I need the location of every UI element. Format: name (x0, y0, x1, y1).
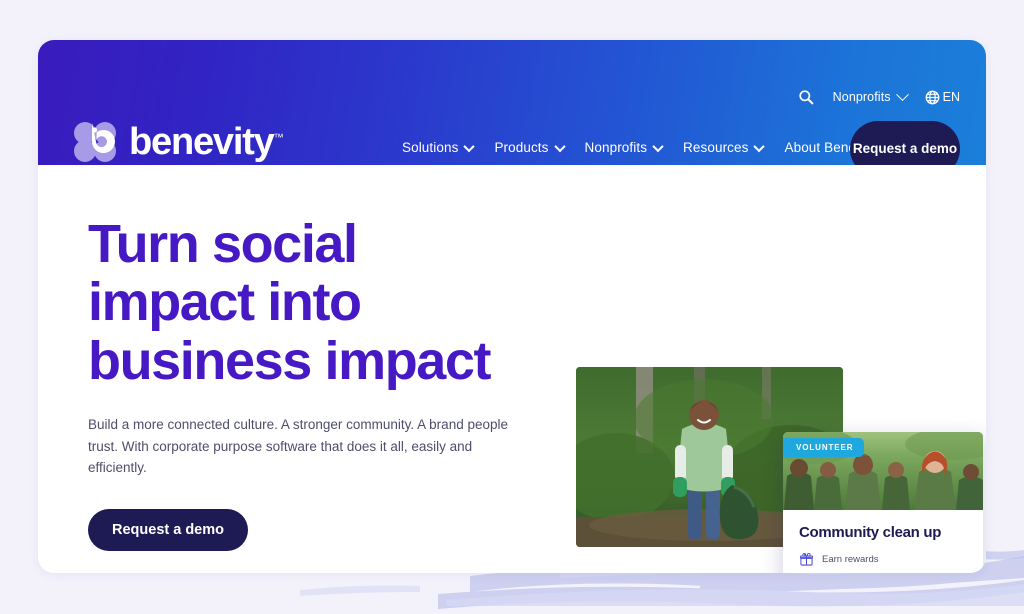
search-icon[interactable] (797, 88, 815, 106)
page-card: Nonprofits EN benevity™ Solutions Produc… (38, 40, 986, 573)
nav-label: Nonprofits (584, 140, 648, 155)
hero-request-demo-button[interactable]: Request a demo (88, 508, 248, 551)
event-card-photo: VOLUNTEER (783, 432, 983, 510)
nav-label: Products (494, 140, 549, 155)
volunteer-badge: VOLUNTEER (783, 438, 865, 457)
page-title: Turn social impact into business impact (88, 215, 558, 390)
chevron-down-icon (895, 87, 909, 101)
nav-item-products[interactable]: Products (494, 140, 566, 155)
logo-text: benevity (129, 121, 275, 163)
nav-label: Solutions (402, 140, 459, 155)
utility-bar: Nonprofits EN (797, 87, 960, 106)
globe-icon (925, 90, 940, 104)
gift-icon (799, 552, 813, 566)
chevron-down-icon (753, 140, 766, 152)
title-line-1: Turn social (88, 214, 358, 274)
nav-item-nonprofits[interactable]: Nonprofits (584, 140, 664, 155)
audience-label: Nonprofits (832, 90, 891, 104)
benevity-logo-icon (72, 120, 120, 164)
nav-label: Resources (683, 140, 749, 155)
event-meta-rewards: Earn rewards (799, 552, 967, 566)
nav-item-solutions[interactable]: Solutions (402, 140, 476, 155)
event-card: VOLUNTEER Community clean up Earn reward… (783, 432, 983, 573)
title-line-3: business impact (88, 330, 492, 391)
title-line-2: impact into (88, 272, 362, 333)
main-navigation: Solutions Products Nonprofits Resources … (402, 140, 894, 155)
language-code: EN (942, 90, 960, 104)
logo[interactable]: benevity™ (72, 120, 284, 164)
hero-paragraph: Build a more connected culture. A strong… (88, 416, 508, 476)
hero-section: Turn social impact into business impact … (38, 165, 986, 573)
audience-selector[interactable]: Nonprofits (832, 87, 909, 104)
nav-item-resources[interactable]: Resources (683, 140, 766, 155)
chevron-down-icon (463, 140, 476, 152)
event-meta-text: Earn rewards (822, 553, 879, 565)
language-selector[interactable]: EN (925, 90, 960, 105)
event-title: Community clean up (799, 524, 942, 541)
event-card-body: Community clean up Earn rewards (783, 510, 983, 573)
site-header: Nonprofits EN benevity™ Solutions Produc… (38, 40, 986, 177)
chevron-down-icon (652, 140, 664, 152)
logo-trademark: ™ (273, 132, 284, 144)
hero-copy: Turn social impact into business impact … (88, 215, 558, 551)
chevron-down-icon (553, 140, 566, 152)
logo-wordmark: benevity™ (129, 123, 284, 161)
hero-media: VOLUNTEER Community clean up Earn reward… (576, 367, 983, 573)
